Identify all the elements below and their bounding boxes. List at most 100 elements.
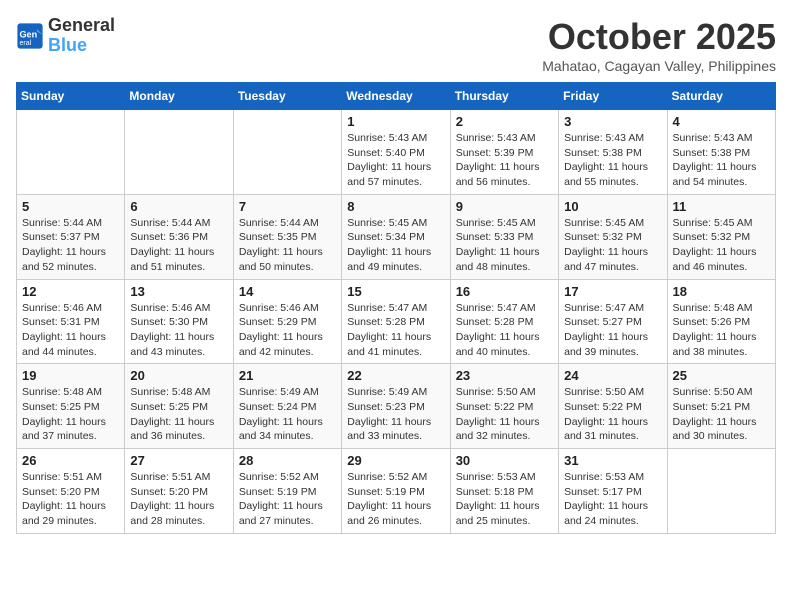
day-cell: 6Sunrise: 5:44 AM Sunset: 5:36 PM Daylig… [125,194,233,279]
day-info: Sunrise: 5:44 AM Sunset: 5:37 PM Dayligh… [22,216,119,275]
day-cell: 26Sunrise: 5:51 AM Sunset: 5:20 PM Dayli… [17,449,125,534]
page-header: Gen eral General Blue October 2025 Mahat… [16,16,776,74]
logo-text-line1: General [48,16,115,36]
header-wednesday: Wednesday [342,83,450,110]
day-number: 22 [347,368,444,383]
day-cell: 19 Sunrise: 5:48 AM Sunset: 5:25 PM Dayli… [17,364,125,449]
day-number: 16 [456,284,553,299]
week-row-4: 26Sunrise: 5:51 AM Sunset: 5:20 PM Dayli… [17,449,776,534]
day-cell: 23Sunrise: 5:50 AM Sunset: 5:22 PM Dayli… [450,364,558,449]
day-cell: 11 Sunrise: 5:45 AM Sunset: 5:32 PM Dayli… [667,194,775,279]
day-info: Sunrise: 5:45 AM Sunset: 5:32 PM Dayligh… [673,216,770,275]
day-number: 18 [673,284,770,299]
day-cell: 22 Sunrise: 5:49 AM Sunset: 5:23 PM Dayli… [342,364,450,449]
header-sunday: Sunday [17,83,125,110]
day-cell: 15 Sunrise: 5:47 AM Sunset: 5:28 PM Dayli… [342,279,450,364]
day-number: 13 [130,284,227,299]
day-info: Sunrise: 5:46 AM Sunset: 5:29 PM Dayligh… [239,301,336,360]
day-info: Sunrise: 5:51 AM Sunset: 5:20 PM Dayligh… [130,470,227,529]
day-number: 30 [456,453,553,468]
svg-text:Gen: Gen [20,29,38,39]
day-cell: 4 Sunrise: 5:43 AM Sunset: 5:38 PM Daylig… [667,110,775,195]
day-cell [667,449,775,534]
day-info: Sunrise: 5:53 AM Sunset: 5:17 PM Dayligh… [564,470,661,529]
day-info: Sunrise: 5:46 AM Sunset: 5:31 PM Dayligh… [22,301,119,360]
day-info: Sunrise: 5:48 AM Sunset: 5:25 PM Dayligh… [22,385,119,444]
week-row-1: 5 Sunrise: 5:44 AM Sunset: 5:37 PM Daylig… [17,194,776,279]
days-header-row: SundayMondayTuesdayWednesdayThursdayFrid… [17,83,776,110]
week-row-2: 12 Sunrise: 5:46 AM Sunset: 5:31 PM Dayli… [17,279,776,364]
day-number: 1 [347,114,444,129]
day-number: 12 [22,284,119,299]
day-number: 19 [22,368,119,383]
day-number: 29 [347,453,444,468]
day-info: Sunrise: 5:47 AM Sunset: 5:28 PM Dayligh… [347,301,444,360]
day-number: 8 [347,199,444,214]
day-info: Sunrise: 5:53 AM Sunset: 5:18 PM Dayligh… [456,470,553,529]
day-cell: 31 Sunrise: 5:53 AM Sunset: 5:17 PM Dayli… [559,449,667,534]
day-number: 25 [673,368,770,383]
day-cell: 12 Sunrise: 5:46 AM Sunset: 5:31 PM Dayli… [17,279,125,364]
day-cell: 16 Sunrise: 5:47 AM Sunset: 5:28 PM Dayli… [450,279,558,364]
day-number: 15 [347,284,444,299]
day-cell: 30 Sunrise: 5:53 AM Sunset: 5:18 PM Dayli… [450,449,558,534]
logo-icon: Gen eral [16,22,44,50]
day-info: Sunrise: 5:44 AM Sunset: 5:35 PM Dayligh… [239,216,336,275]
day-number: 5 [22,199,119,214]
day-info: Sunrise: 5:47 AM Sunset: 5:27 PM Dayligh… [564,301,661,360]
day-info: Sunrise: 5:49 AM Sunset: 5:23 PM Dayligh… [347,385,444,444]
week-row-0: 1Sunrise: 5:43 AM Sunset: 5:40 PM Daylig… [17,110,776,195]
day-cell: 5 Sunrise: 5:44 AM Sunset: 5:37 PM Daylig… [17,194,125,279]
calendar-title: October 2025 [542,16,776,58]
title-area: October 2025 Mahatao, Cagayan Valley, Ph… [542,16,776,74]
header-tuesday: Tuesday [233,83,341,110]
day-number: 7 [239,199,336,214]
header-monday: Monday [125,83,233,110]
day-number: 10 [564,199,661,214]
day-info: Sunrise: 5:46 AM Sunset: 5:30 PM Dayligh… [130,301,227,360]
logo-text-line2: Blue [48,36,115,56]
header-thursday: Thursday [450,83,558,110]
day-cell: 8Sunrise: 5:45 AM Sunset: 5:34 PM Daylig… [342,194,450,279]
day-info: Sunrise: 5:48 AM Sunset: 5:25 PM Dayligh… [130,385,227,444]
day-cell: 13 Sunrise: 5:46 AM Sunset: 5:30 PM Dayli… [125,279,233,364]
day-cell: 18 Sunrise: 5:48 AM Sunset: 5:26 PM Dayli… [667,279,775,364]
day-info: Sunrise: 5:47 AM Sunset: 5:28 PM Dayligh… [456,301,553,360]
svg-text:eral: eral [20,40,32,47]
day-info: Sunrise: 5:50 AM Sunset: 5:22 PM Dayligh… [456,385,553,444]
day-cell: 10 Sunrise: 5:45 AM Sunset: 5:32 PM Dayli… [559,194,667,279]
day-number: 11 [673,199,770,214]
day-info: Sunrise: 5:48 AM Sunset: 5:26 PM Dayligh… [673,301,770,360]
day-info: Sunrise: 5:52 AM Sunset: 5:19 PM Dayligh… [347,470,444,529]
day-number: 4 [673,114,770,129]
day-cell: 9Sunrise: 5:45 AM Sunset: 5:33 PM Daylig… [450,194,558,279]
day-info: Sunrise: 5:43 AM Sunset: 5:38 PM Dayligh… [673,131,770,190]
day-cell: 7 Sunrise: 5:44 AM Sunset: 5:35 PM Daylig… [233,194,341,279]
week-row-3: 19 Sunrise: 5:48 AM Sunset: 5:25 PM Dayli… [17,364,776,449]
day-number: 2 [456,114,553,129]
day-cell: 20 Sunrise: 5:48 AM Sunset: 5:25 PM Dayli… [125,364,233,449]
day-number: 3 [564,114,661,129]
calendar-subtitle: Mahatao, Cagayan Valley, Philippines [542,58,776,74]
day-number: 21 [239,368,336,383]
day-cell: 21 Sunrise: 5:49 AM Sunset: 5:24 PM Dayli… [233,364,341,449]
day-info: Sunrise: 5:52 AM Sunset: 5:19 PM Dayligh… [239,470,336,529]
day-info: Sunrise: 5:43 AM Sunset: 5:38 PM Dayligh… [564,131,661,190]
day-cell [233,110,341,195]
day-cell [125,110,233,195]
day-number: 20 [130,368,227,383]
day-cell: 2 Sunrise: 5:43 AM Sunset: 5:39 PM Daylig… [450,110,558,195]
day-cell: 17Sunrise: 5:47 AM Sunset: 5:27 PM Dayli… [559,279,667,364]
day-info: Sunrise: 5:44 AM Sunset: 5:36 PM Dayligh… [130,216,227,275]
day-info: Sunrise: 5:45 AM Sunset: 5:32 PM Dayligh… [564,216,661,275]
day-cell [17,110,125,195]
day-info: Sunrise: 5:49 AM Sunset: 5:24 PM Dayligh… [239,385,336,444]
day-info: Sunrise: 5:43 AM Sunset: 5:39 PM Dayligh… [456,131,553,190]
header-friday: Friday [559,83,667,110]
day-cell: 24Sunrise: 5:50 AM Sunset: 5:22 PM Dayli… [559,364,667,449]
day-cell: 1Sunrise: 5:43 AM Sunset: 5:40 PM Daylig… [342,110,450,195]
day-info: Sunrise: 5:51 AM Sunset: 5:20 PM Dayligh… [22,470,119,529]
day-cell: 14Sunrise: 5:46 AM Sunset: 5:29 PM Dayli… [233,279,341,364]
day-number: 31 [564,453,661,468]
day-cell: 27Sunrise: 5:51 AM Sunset: 5:20 PM Dayli… [125,449,233,534]
